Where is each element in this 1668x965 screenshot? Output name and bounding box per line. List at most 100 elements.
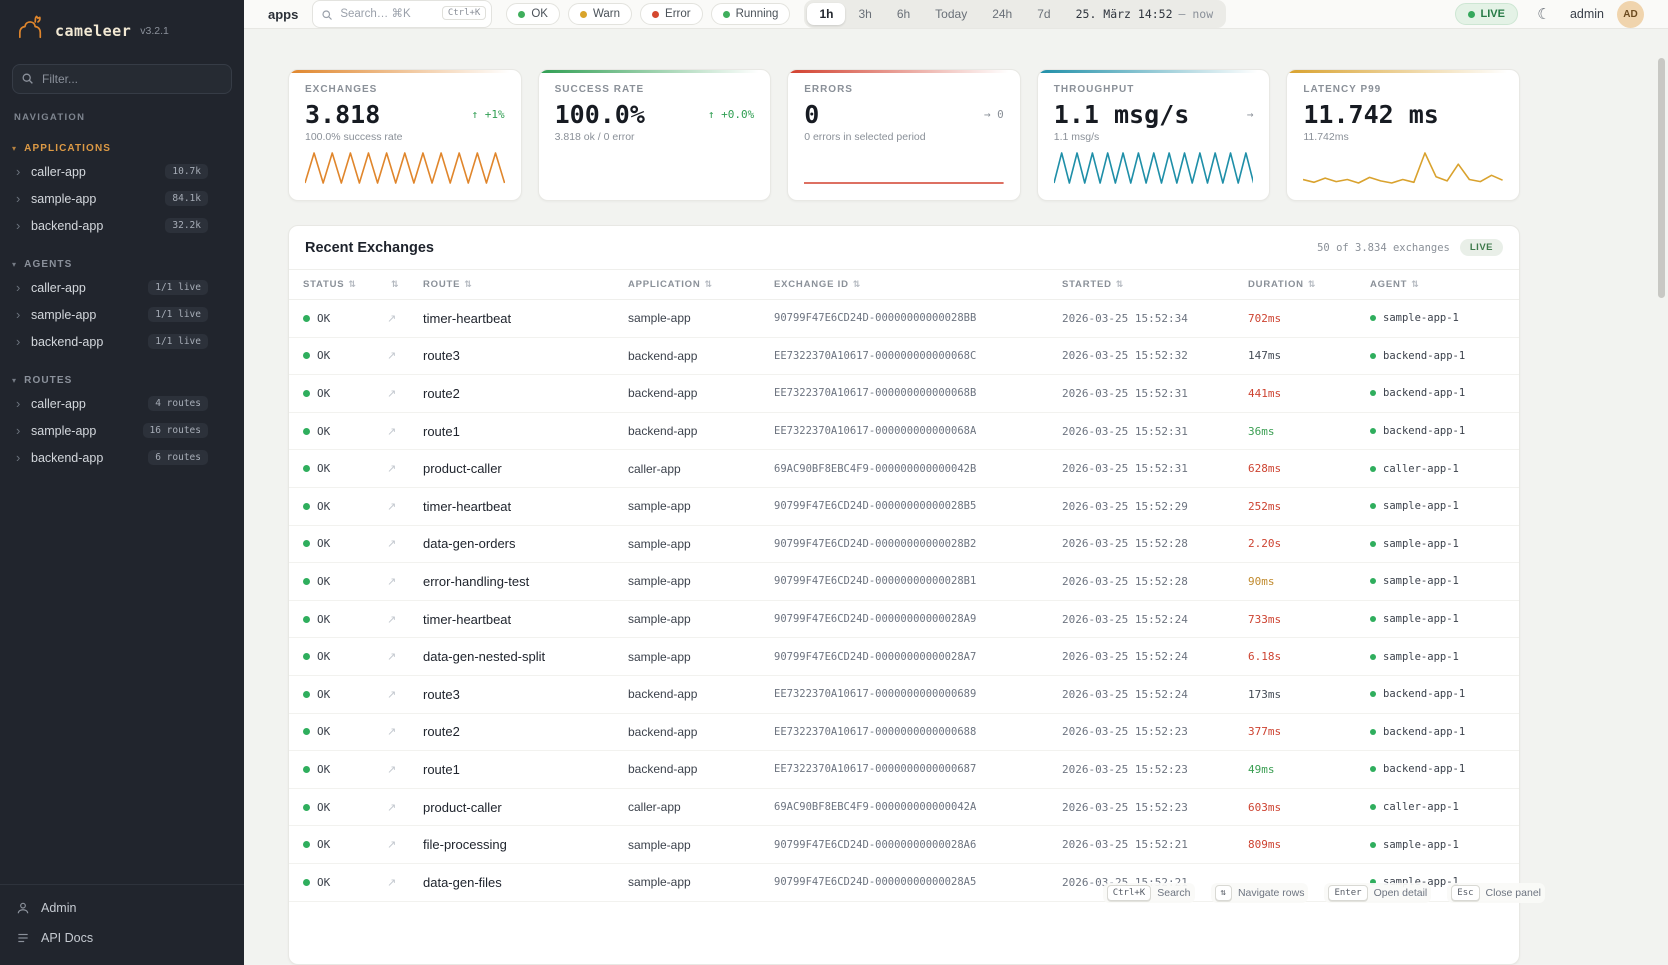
duration-cell: 252ms xyxy=(1248,500,1370,513)
app-logo[interactable]: cameleer v3.2.1 xyxy=(0,0,244,58)
open-exchange-icon[interactable]: ↗ xyxy=(387,425,423,438)
avatar[interactable]: AD xyxy=(1617,1,1644,28)
range-button-24h[interactable]: 24h xyxy=(980,3,1024,25)
open-exchange-icon[interactable]: ↗ xyxy=(387,387,423,400)
table-row[interactable]: OK↗data-gen-orderssample-app90799F47E6CD… xyxy=(289,526,1519,564)
open-exchange-icon[interactable]: ↗ xyxy=(387,801,423,814)
route-cell: route3 xyxy=(423,348,628,363)
open-exchange-icon[interactable]: ↗ xyxy=(387,650,423,663)
column-header-route[interactable]: ROUTE⇅ xyxy=(423,279,628,290)
open-exchange-icon[interactable]: ↗ xyxy=(387,838,423,851)
open-exchange-icon[interactable]: ↗ xyxy=(387,688,423,701)
column-header-application[interactable]: APPLICATION⇅ xyxy=(628,279,774,290)
open-exchange-icon[interactable]: ↗ xyxy=(387,500,423,513)
ok-status-dot-icon xyxy=(303,503,310,510)
section-title-routes[interactable]: ▾ROUTES xyxy=(0,371,244,390)
open-exchange-icon[interactable]: ↗ xyxy=(387,763,423,776)
open-exchange-icon[interactable]: ↗ xyxy=(387,575,423,588)
sidebar-item-caller-app[interactable]: ›caller-app10.7k xyxy=(0,158,244,185)
range-button-3h[interactable]: 3h xyxy=(846,3,883,25)
stat-subtext: 11.742ms xyxy=(1303,131,1503,143)
sidebar-item-backend-app[interactable]: ›backend-app1/1 live xyxy=(0,328,244,355)
column-header-link[interactable]: ⇅ xyxy=(387,279,423,290)
column-header-duration[interactable]: DURATION⇅ xyxy=(1248,279,1370,290)
sidebar-item-sample-app[interactable]: ›sample-app1/1 live xyxy=(0,301,244,328)
open-exchange-icon[interactable]: ↗ xyxy=(387,462,423,475)
table-row[interactable]: OK↗route3backend-appEE7322370A10617-0000… xyxy=(289,676,1519,714)
ok-status-dot-icon xyxy=(303,578,310,585)
table-row[interactable]: OK↗timer-heartbeatsample-app90799F47E6CD… xyxy=(289,601,1519,639)
open-exchange-icon[interactable]: ↗ xyxy=(387,349,423,362)
sidebar-item-backend-app[interactable]: ›backend-app32.2k xyxy=(0,212,244,239)
caret-down-icon: ▾ xyxy=(12,376,17,385)
open-exchange-icon[interactable]: ↗ xyxy=(387,876,423,889)
route-cell: data-gen-nested-split xyxy=(423,649,628,664)
table-row[interactable]: OK↗error-handling-testsample-app90799F47… xyxy=(289,563,1519,601)
table-row[interactable]: OK↗product-callercaller-app69AC90BF8EBC4… xyxy=(289,789,1519,827)
range-button-6h[interactable]: 6h xyxy=(885,3,922,25)
open-exchange-icon[interactable]: ↗ xyxy=(387,312,423,325)
started-cell: 2026-03-25 15:52:21 xyxy=(1062,838,1248,851)
table-row[interactable]: OK↗route1backend-appEE7322370A10617-0000… xyxy=(289,413,1519,451)
section-title-applications[interactable]: ▾APPLICATIONS xyxy=(0,139,244,158)
column-header-started[interactable]: STARTED⇅ xyxy=(1062,279,1248,290)
sidebar-item-sample-app[interactable]: ›sample-app16 routes xyxy=(0,417,244,444)
stat-card-exchanges[interactable]: EXCHANGES3.818↑ +1%100.0% success rate xyxy=(288,69,522,201)
hint-key: Ctrl+K xyxy=(1107,885,1152,901)
table-row[interactable]: OK↗timer-heartbeatsample-app90799F47E6CD… xyxy=(289,300,1519,338)
status-label: OK xyxy=(317,462,330,475)
range-button-7d[interactable]: 7d xyxy=(1025,3,1062,25)
sidebar-filter-input[interactable] xyxy=(12,64,232,94)
started-cell: 2026-03-25 15:52:29 xyxy=(1062,500,1248,513)
column-header-exchange-id[interactable]: EXCHANGE ID⇅ xyxy=(774,279,1062,290)
agent-cell: caller-app-1 xyxy=(1370,463,1519,475)
exchange-count-summary: 50 of 3.834 exchanges xyxy=(1317,242,1450,254)
table-row[interactable]: OK↗product-callercaller-app69AC90BF8EBC4… xyxy=(289,450,1519,488)
table-row[interactable]: OK↗timer-heartbeatsample-app90799F47E6CD… xyxy=(289,488,1519,526)
stat-card-latency-p99[interactable]: LATENCY P9911.742 ms11.742ms xyxy=(1286,69,1520,201)
range-button-1h[interactable]: 1h xyxy=(807,3,845,25)
status-cell: OK xyxy=(303,763,387,776)
footer-link-admin[interactable]: Admin xyxy=(0,893,244,923)
filter-chip-ok[interactable]: OK xyxy=(506,3,560,25)
filter-chip-warn[interactable]: Warn xyxy=(568,3,632,25)
open-exchange-icon[interactable]: ↗ xyxy=(387,613,423,626)
vertical-scrollbar[interactable] xyxy=(1658,58,1665,298)
search-icon xyxy=(21,72,34,90)
column-header-status[interactable]: STATUS⇅ xyxy=(303,279,387,290)
sidebar-item-sample-app[interactable]: ›sample-app84.1k xyxy=(0,185,244,212)
open-exchange-icon[interactable]: ↗ xyxy=(387,537,423,550)
started-cell: 2026-03-25 15:52:31 xyxy=(1062,387,1248,400)
table-row[interactable]: OK↗route2backend-appEE7322370A10617-0000… xyxy=(289,714,1519,752)
sidebar-item-caller-app[interactable]: ›caller-app4 routes xyxy=(0,390,244,417)
ok-status-dot-icon xyxy=(303,653,310,660)
table-row[interactable]: OK↗data-gen-nested-splitsample-app90799F… xyxy=(289,638,1519,676)
table-row[interactable]: OK↗route3backend-appEE7322370A10617-0000… xyxy=(289,338,1519,376)
column-label: APPLICATION xyxy=(628,279,700,290)
table-row[interactable]: OK↗file-processingsample-app90799F47E6CD… xyxy=(289,826,1519,864)
range-button-today[interactable]: Today xyxy=(923,3,979,25)
sidebar-item-caller-app[interactable]: ›caller-app1/1 live xyxy=(0,274,244,301)
column-header-agent[interactable]: AGENT⇅ xyxy=(1370,279,1519,290)
stat-card-success-rate[interactable]: SUCCESS RATE100.0%↑ +0.0%3.818 ok / 0 er… xyxy=(538,69,772,201)
route-cell: timer-heartbeat xyxy=(423,612,628,627)
section-title-agents[interactable]: ▾AGENTS xyxy=(0,255,244,274)
table-row[interactable]: OK↗route2backend-appEE7322370A10617-0000… xyxy=(289,375,1519,413)
sidebar-item-badge: 6 routes xyxy=(148,450,208,465)
route-cell: route2 xyxy=(423,386,628,401)
agent-label: backend-app-1 xyxy=(1383,763,1465,775)
footer-link-api-docs[interactable]: API Docs xyxy=(0,923,244,953)
table-row[interactable]: OK↗route1backend-appEE7322370A10617-0000… xyxy=(289,751,1519,789)
stat-card-throughput[interactable]: THROUGHPUT1.1 msg/s→1.1 msg/s xyxy=(1037,69,1271,201)
live-toggle[interactable]: LIVE xyxy=(1455,3,1518,25)
filter-chip-error[interactable]: Error xyxy=(640,3,703,25)
sidebar-item-backend-app[interactable]: ›backend-app6 routes xyxy=(0,444,244,471)
ok-status-dot-icon xyxy=(303,390,310,397)
open-exchange-icon[interactable]: ↗ xyxy=(387,725,423,738)
status-cell: OK xyxy=(303,575,387,588)
agent-live-dot-icon xyxy=(1370,766,1376,772)
filter-chip-running[interactable]: Running xyxy=(711,3,791,25)
stat-card-errors[interactable]: ERRORS0→ 00 errors in selected period xyxy=(787,69,1021,201)
dark-mode-toggle[interactable]: ☾ xyxy=(1531,1,1557,27)
sidebar-section: ▾AGENTS›caller-app1/1 live›sample-app1/1… xyxy=(0,255,244,355)
